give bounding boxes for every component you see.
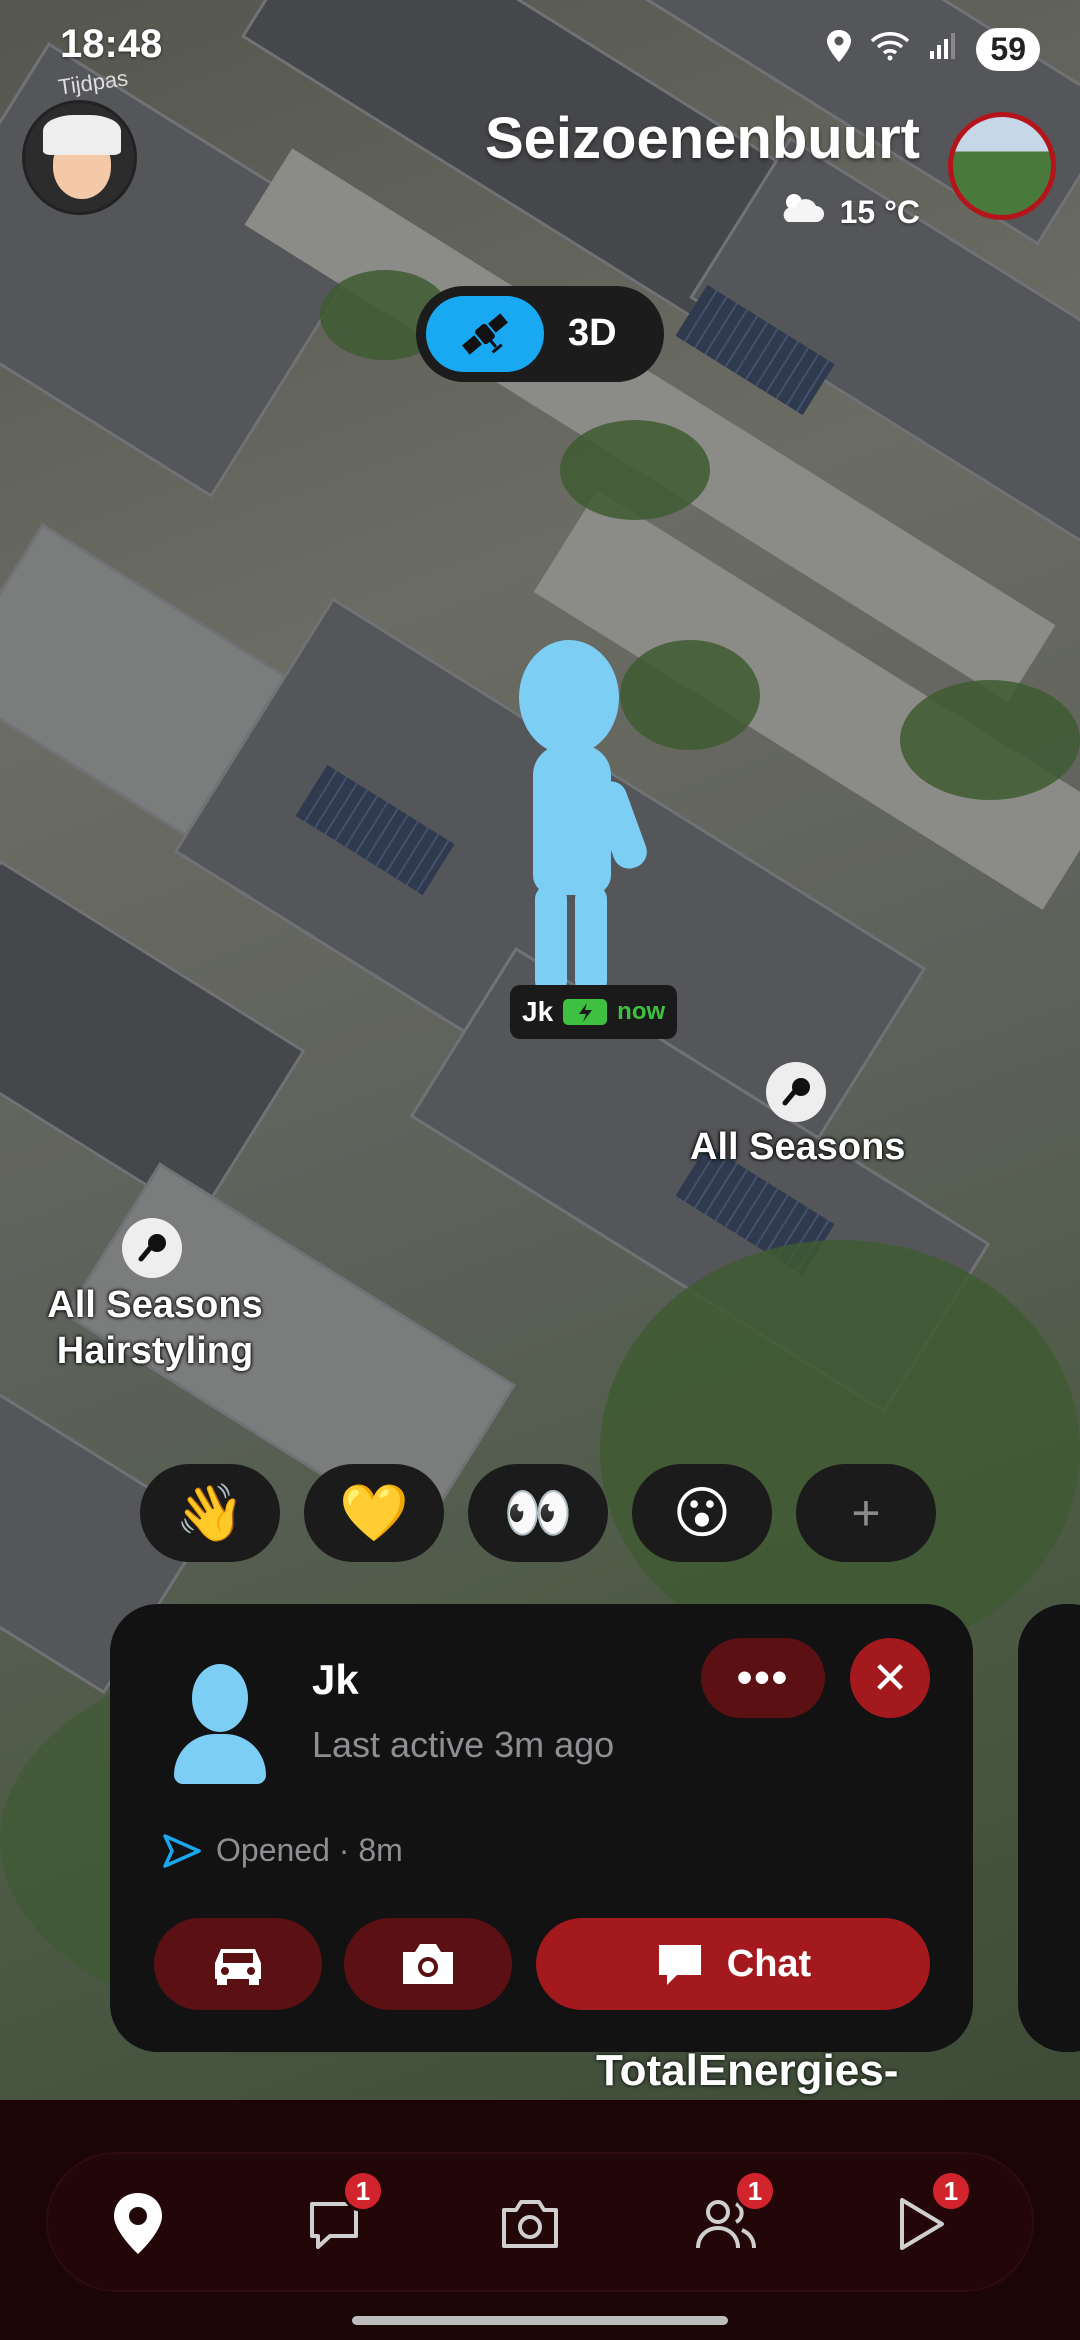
temperature: 15 °C	[839, 193, 920, 230]
send-arrow-icon	[163, 1833, 201, 1868]
satellite-view-button[interactable]	[426, 296, 544, 372]
nav-stories[interactable]: 1	[882, 2170, 972, 2264]
poi-label-line: Hairstyling	[56, 1330, 254, 1372]
poi-label[interactable]: All Seasons Hairstyling	[40, 1282, 270, 1374]
chat-label: Chat	[726, 1942, 812, 1985]
camera-button[interactable]	[344, 1918, 512, 2010]
poi-label[interactable]: TotalEnergies-	[596, 2046, 898, 2096]
bottom-nav-area: 1 1 1	[0, 2100, 1080, 2340]
nav-map[interactable]	[98, 2184, 178, 2264]
friends-badge: 1	[734, 2170, 776, 2212]
reaction-eyes-button[interactable]: 👀	[468, 1464, 608, 1562]
friend-card[interactable]: Jk Last active 3m ago ••• ✕ Opened · 8m …	[110, 1604, 973, 2052]
poi-label[interactable]: All Seasons	[690, 1124, 905, 1170]
wifi-icon	[870, 31, 910, 69]
bitmoji-head	[519, 640, 619, 755]
avatar-shoulders	[174, 1734, 266, 1784]
hairdryer-icon[interactable]	[766, 1062, 826, 1122]
map-pin-icon	[114, 2193, 162, 2254]
status-bar: 18:48 59	[0, 0, 1080, 100]
map-mode-toggle[interactable]: 3D	[416, 286, 664, 382]
chat-bubble-icon	[658, 1945, 701, 1985]
last-active: Last active 3m ago	[312, 1724, 615, 1765]
poi-label-line: All Seasons	[47, 1284, 263, 1326]
bitmoji-leg	[535, 885, 567, 995]
bitmoji-leg	[575, 885, 607, 995]
add-reaction-button[interactable]: +	[796, 1464, 936, 1562]
map-tree	[900, 680, 1080, 800]
location-icon	[826, 29, 852, 71]
more-options-button[interactable]: •••	[701, 1638, 825, 1718]
stories-badge: 1	[930, 2170, 972, 2212]
map-tree	[600, 1240, 1080, 1660]
status-time: 18:48	[60, 22, 163, 66]
friend-avatar	[174, 1664, 266, 1784]
nav-friends[interactable]: 1	[686, 2170, 776, 2264]
avatar-hat	[43, 115, 121, 155]
avatar-head	[192, 1664, 248, 1732]
directions-button[interactable]	[154, 1918, 322, 2010]
battery-charging-icon	[563, 999, 608, 1025]
reaction-wave-button[interactable]: 👋	[140, 1464, 280, 1562]
friend-bitmoji-figure[interactable]	[505, 640, 652, 1000]
camera-icon	[502, 2200, 558, 2248]
chat-button[interactable]: Chat	[536, 1918, 930, 2010]
reaction-heart-button[interactable]: 💛	[304, 1464, 444, 1562]
chat-badge: 1	[342, 2170, 384, 2212]
home-indicator[interactable]	[352, 2316, 728, 2325]
battery-indicator: 59	[976, 28, 1040, 71]
weather-info: 15 °C	[774, 190, 920, 234]
friend-name: Jk	[312, 1656, 359, 1703]
nav-chat[interactable]: 1	[294, 2170, 384, 2264]
nav-camera[interactable]	[490, 2184, 570, 2264]
satellite-icon	[461, 313, 509, 355]
map-building	[0, 859, 306, 1221]
opened-status: Opened · 8m	[162, 1832, 403, 1869]
bottom-nav: 1 1 1	[46, 2152, 1034, 2292]
place-thumbnail-button[interactable]	[948, 112, 1056, 220]
camera-icon	[403, 1944, 453, 1984]
cloudy-sun-icon	[774, 190, 826, 234]
3d-view-button[interactable]: 3D	[568, 312, 617, 355]
friend-tag-name: Jk	[522, 996, 554, 1027]
location-title: Seizoenenbuurt	[484, 106, 920, 171]
next-friend-card[interactable]	[1018, 1604, 1080, 2052]
car-icon	[215, 1949, 261, 1985]
reaction-surprised-button[interactable]: 😮	[632, 1464, 772, 1562]
close-button[interactable]: ✕	[850, 1638, 930, 1718]
hairdryer-icon[interactable]	[122, 1218, 182, 1278]
map-tree	[560, 420, 710, 520]
friend-tag-status: now	[617, 998, 666, 1025]
friend-name-tag[interactable]: Jk now	[510, 985, 678, 1039]
opened-text: Opened · 8m	[216, 1832, 403, 1868]
profile-avatar-button[interactable]	[22, 100, 137, 215]
signal-icon	[928, 31, 958, 69]
